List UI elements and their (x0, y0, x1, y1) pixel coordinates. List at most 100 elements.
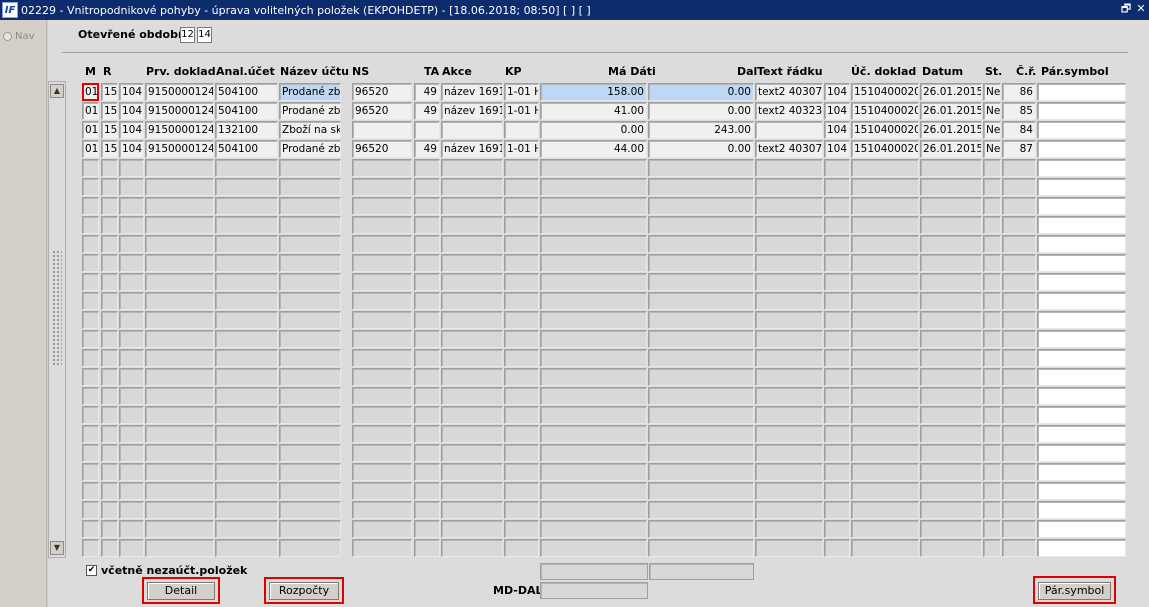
cell-anal-ucet[interactable]: 504100 (215, 83, 278, 101)
cell-ta[interactable] (414, 520, 440, 538)
cell-r[interactable] (101, 368, 118, 386)
cell-datum[interactable] (920, 292, 982, 310)
cell-text-radku[interactable]: text2 403073 (755, 140, 823, 158)
cell-ma-dati[interactable] (540, 349, 647, 367)
cell-nazev-uctu[interactable] (279, 197, 341, 215)
cell-ns[interactable] (352, 520, 412, 538)
cell-par-symbol[interactable] (1037, 235, 1126, 253)
cell-m[interactable] (82, 311, 99, 329)
cell-akce[interactable] (441, 235, 503, 253)
cell-ma-dati[interactable]: 158.00 (540, 83, 647, 101)
cell-cr[interactable]: 84 (1002, 121, 1036, 139)
cell-datum[interactable] (920, 463, 982, 481)
cell-text-radku[interactable] (755, 387, 823, 405)
cell-datum[interactable] (920, 197, 982, 215)
cell-nazev-uctu[interactable] (279, 292, 341, 310)
cell-kp[interactable] (504, 235, 539, 253)
cell-cr[interactable] (1002, 349, 1036, 367)
cell-dal[interactable]: 0.00 (648, 83, 754, 101)
cell-kp[interactable] (504, 330, 539, 348)
cell-prv-doklad[interactable] (145, 178, 214, 196)
cell-ta[interactable] (414, 406, 440, 424)
cell-ns[interactable] (352, 330, 412, 348)
cell-kp[interactable] (504, 311, 539, 329)
cell-kp[interactable] (504, 178, 539, 196)
cell-akce[interactable] (441, 406, 503, 424)
cell-ta[interactable] (414, 330, 440, 348)
cell-datum[interactable] (920, 387, 982, 405)
cell-kp[interactable] (504, 216, 539, 234)
cell-datum[interactable] (920, 235, 982, 253)
cell-uc-doklad[interactable] (851, 539, 919, 557)
cell-uc-doklad-prefix[interactable] (824, 330, 850, 348)
cell-prv-doklad[interactable] (145, 216, 214, 234)
cell-r-code[interactable] (119, 349, 144, 367)
cell-ns[interactable] (352, 444, 412, 462)
cell-r-code[interactable] (119, 539, 144, 557)
cell-datum[interactable] (920, 368, 982, 386)
cell-uc-doklad[interactable] (851, 311, 919, 329)
cell-dal[interactable] (648, 349, 754, 367)
cell-cr[interactable] (1002, 235, 1036, 253)
cell-uc-doklad-prefix[interactable] (824, 254, 850, 272)
cell-nazev-uctu[interactable] (279, 368, 341, 386)
cell-st[interactable] (983, 368, 1001, 386)
cell-r-code[interactable] (119, 330, 144, 348)
cell-text-radku[interactable] (755, 330, 823, 348)
cell-r-code[interactable] (119, 425, 144, 443)
cell-anal-ucet[interactable] (215, 463, 278, 481)
cell-anal-ucet[interactable]: 504100 (215, 102, 278, 120)
cell-ma-dati[interactable] (540, 178, 647, 196)
cell-text-radku[interactable] (755, 482, 823, 500)
cell-kp[interactable] (504, 501, 539, 519)
cell-prv-doklad[interactable] (145, 425, 214, 443)
restore-icon[interactable]: 🗗 (1119, 2, 1133, 16)
cell-ma-dati[interactable] (540, 330, 647, 348)
cell-st[interactable]: Ne (983, 83, 1001, 101)
cell-r[interactable]: 15 (101, 140, 118, 158)
cell-nazev-uctu[interactable] (279, 273, 341, 291)
cell-ns[interactable] (352, 311, 412, 329)
cell-cr[interactable] (1002, 330, 1036, 348)
include-unposted-checkbox[interactable]: ✔ včetně nezaúčt.položek (86, 564, 247, 577)
cell-prv-doklad[interactable] (145, 273, 214, 291)
cell-m[interactable] (82, 254, 99, 272)
cell-text-radku[interactable]: text2 403238 (755, 102, 823, 120)
cell-ma-dati[interactable] (540, 292, 647, 310)
cell-par-symbol[interactable] (1037, 159, 1126, 177)
cell-uc-doklad-prefix[interactable] (824, 425, 850, 443)
cell-uc-doklad[interactable] (851, 254, 919, 272)
cell-uc-doklad-prefix[interactable] (824, 159, 850, 177)
cell-akce[interactable] (441, 330, 503, 348)
cell-akce[interactable] (441, 216, 503, 234)
cell-datum[interactable]: 26.01.2015 (920, 140, 982, 158)
cell-kp[interactable] (504, 292, 539, 310)
cell-text-radku[interactable] (755, 216, 823, 234)
cell-r[interactable] (101, 501, 118, 519)
cell-datum[interactable] (920, 444, 982, 462)
cell-st[interactable] (983, 330, 1001, 348)
cell-prv-doklad[interactable] (145, 482, 214, 500)
cell-uc-doklad[interactable] (851, 178, 919, 196)
cell-r-code[interactable] (119, 501, 144, 519)
cell-m[interactable]: 01 (82, 121, 99, 139)
cell-dal[interactable]: 243.00 (648, 121, 754, 139)
cell-kp[interactable] (504, 463, 539, 481)
cell-ns[interactable]: 96520 (352, 140, 412, 158)
cell-uc-doklad-prefix[interactable]: 104 (824, 140, 850, 158)
cell-nazev-uctu[interactable]: Zboží na skl (279, 121, 341, 139)
cell-r-code[interactable] (119, 463, 144, 481)
cell-akce[interactable] (441, 463, 503, 481)
cell-r[interactable] (101, 292, 118, 310)
cell-akce[interactable] (441, 254, 503, 272)
cell-ta[interactable] (414, 235, 440, 253)
cell-cr[interactable] (1002, 444, 1036, 462)
cell-r-code[interactable] (119, 216, 144, 234)
cell-m[interactable] (82, 178, 99, 196)
cell-datum[interactable]: 26.01.2015 (920, 83, 982, 101)
cell-st[interactable] (983, 292, 1001, 310)
cell-anal-ucet[interactable] (215, 311, 278, 329)
cell-r[interactable] (101, 197, 118, 215)
cell-uc-doklad[interactable]: 1510400020 (851, 121, 919, 139)
cell-uc-doklad[interactable] (851, 159, 919, 177)
